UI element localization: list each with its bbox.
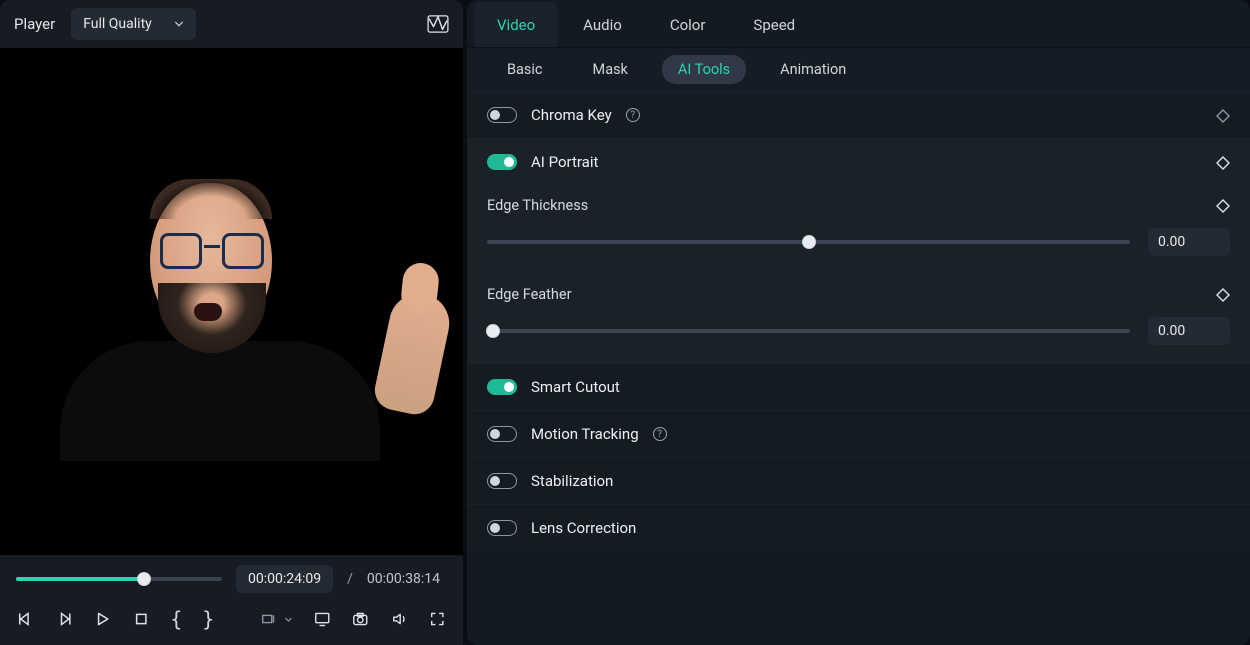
play-icon[interactable] [93,609,112,629]
quality-value: Full Quality [83,16,152,32]
param-edge-thickness: Edge Thickness 0.00 [487,185,1230,274]
player-label: Player [14,15,55,33]
toggle-lens-correction[interactable] [487,520,517,536]
prev-frame-icon[interactable] [16,609,35,629]
subtab-ai-tools[interactable]: AI Tools [662,55,746,84]
section-motion-tracking: Motion Tracking ? [467,411,1250,458]
properties-scroll[interactable]: Chroma Key ? AI Portrait Edge Thickness [467,92,1250,645]
aspect-icon [260,610,278,628]
label-stabilization: Stabilization [531,472,613,490]
toggle-motion-tracking[interactable] [487,426,517,442]
timeline-progress [16,577,144,581]
aspect-menu[interactable] [260,610,293,628]
section-ai-portrait: AI Portrait Edge Thickness 0.00 [467,139,1250,364]
tab-video[interactable]: Video [475,2,557,47]
chevron-down-icon [174,19,184,29]
stop-icon[interactable] [132,609,151,629]
duration: 00:00:38:14 [367,571,440,587]
label-motion-tracking: Motion Tracking [531,425,639,443]
label-edge-thickness: Edge Thickness [487,197,588,214]
mark-in-icon[interactable]: { [170,607,182,631]
snapshot-icon[interactable] [351,609,370,629]
fullscreen-icon[interactable] [428,609,447,629]
toggle-ai-portrait[interactable] [487,154,517,170]
subtab-basic[interactable]: Basic [491,55,559,84]
section-smart-cutout: Smart Cutout [467,364,1250,411]
section-stabilization: Stabilization [467,458,1250,505]
section-lens-correction: Lens Correction [467,505,1250,551]
slider-thumb[interactable] [802,235,816,249]
param-edge-feather: Edge Feather 0.00 [487,274,1230,363]
label-ai-portrait: AI Portrait [531,153,598,171]
subtab-animation[interactable]: Animation [764,55,862,84]
tab-speed[interactable]: Speed [731,2,817,47]
slider-edge-thickness[interactable] [487,240,1130,244]
player-controls: 00:00:24:09 / 00:00:38:14 { } [0,555,463,645]
label-edge-feather: Edge Feather [487,286,572,303]
toggle-stabilization[interactable] [487,473,517,489]
value-edge-thickness[interactable]: 0.00 [1148,228,1230,256]
section-chroma-key: Chroma Key ? [467,92,1250,139]
mark-out-icon[interactable]: } [202,607,214,631]
slider-edge-feather[interactable] [487,329,1130,333]
time-separator: / [347,571,353,587]
chevron-down-icon [284,615,293,624]
player-header: Player Full Quality [0,0,463,48]
help-icon[interactable]: ? [653,427,667,441]
toggle-smart-cutout[interactable] [487,379,517,395]
transport-buttons: { } [16,607,447,631]
preview-frame [0,173,463,431]
video-still-portrait [0,173,463,431]
keyframe-icon[interactable] [1216,288,1230,302]
sub-tabs: Basic Mask AI Tools Animation [467,48,1250,92]
timeline-slider[interactable] [16,577,222,581]
keyframe-icon[interactable] [1216,108,1230,122]
tab-color[interactable]: Color [648,2,728,47]
timeline-row: 00:00:24:09 / 00:00:38:14 [16,565,447,593]
main-tabs: Video Audio Color Speed [467,0,1250,48]
image-compare-icon[interactable] [427,15,449,33]
player-panel: Player Full Quality [0,0,463,645]
slider-thumb[interactable] [486,324,500,338]
keyframe-icon[interactable] [1216,199,1230,213]
quality-dropdown[interactable]: Full Quality [71,8,196,40]
subtab-mask[interactable]: Mask [577,55,644,84]
label-smart-cutout: Smart Cutout [531,378,620,396]
value-edge-feather[interactable]: 0.00 [1148,317,1230,345]
properties-panel: Video Audio Color Speed Basic Mask AI To… [467,0,1250,645]
preview-viewport[interactable] [0,48,463,555]
next-frame-icon[interactable] [55,609,74,629]
label-chroma-key: Chroma Key [531,106,612,124]
display-icon[interactable] [313,609,332,629]
volume-icon[interactable] [390,609,409,629]
toggle-chroma-key[interactable] [487,107,517,123]
help-icon[interactable]: ? [626,108,640,122]
timeline-thumb[interactable] [137,572,151,586]
keyframe-icon[interactable] [1216,155,1230,169]
current-time[interactable]: 00:00:24:09 [236,565,333,593]
label-lens-correction: Lens Correction [531,519,636,537]
tab-audio[interactable]: Audio [561,2,644,47]
